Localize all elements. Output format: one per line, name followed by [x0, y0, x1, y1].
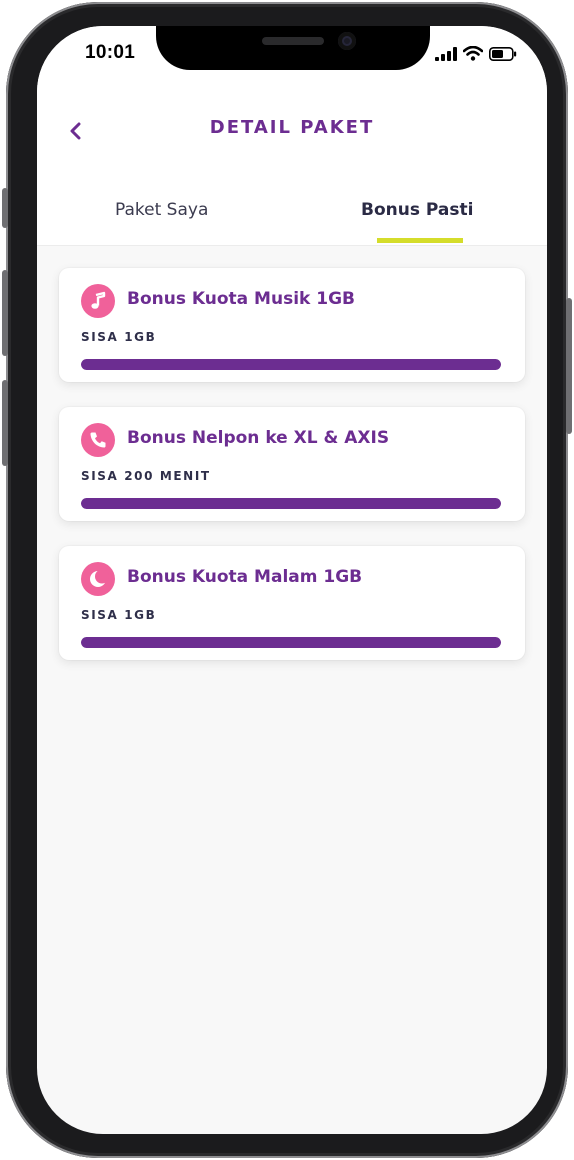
bonus-card[interactable]: Bonus Nelpon ke XL & AXIS SISA 200 MENIT — [59, 407, 525, 521]
silent-switch — [2, 188, 8, 228]
speaker-grille — [262, 37, 324, 45]
phone-frame: 10:01 DETAIL PAKET Paket Saya Bonus Past… — [2, 2, 572, 1158]
active-tab-indicator — [377, 238, 463, 243]
app-screen: 10:01 DETAIL PAKET Paket Saya Bonus Past… — [37, 26, 547, 1134]
phone-icon — [90, 432, 106, 448]
app-header: DETAIL PAKET — [37, 114, 547, 150]
bonus-icon-badge — [81, 423, 115, 457]
bonus-remaining: SISA 200 MENIT — [81, 469, 211, 483]
volume-down-button — [2, 380, 8, 466]
status-icons — [435, 46, 517, 61]
music-note-icon — [91, 291, 106, 309]
bonus-title: Bonus Kuota Malam 1GB — [127, 567, 363, 587]
notch — [156, 26, 430, 70]
bonus-title: Bonus Kuota Musik 1GB — [127, 289, 355, 309]
moon-icon — [90, 569, 109, 587]
tab-bonus-pasti[interactable]: Bonus Pasti — [361, 200, 473, 220]
cellular-signal-icon — [435, 46, 457, 61]
bonus-remaining: SISA 1GB — [81, 608, 157, 622]
bonus-progress-bar — [81, 498, 501, 509]
bonus-progress-bar — [81, 359, 501, 370]
bonus-title: Bonus Nelpon ke XL & AXIS — [127, 428, 390, 448]
bonus-card[interactable]: Bonus Kuota Musik 1GB SISA 1GB — [59, 268, 525, 382]
bonus-card[interactable]: Bonus Kuota Malam 1GB SISA 1GB — [59, 546, 525, 660]
bonus-remaining: SISA 1GB — [81, 330, 157, 344]
tab-paket-saya[interactable]: Paket Saya — [115, 200, 208, 220]
volume-up-button — [2, 270, 8, 356]
bonus-icon-badge — [81, 284, 115, 318]
status-time: 10:01 — [85, 42, 136, 63]
tab-bar: Paket Saya Bonus Pasti — [37, 196, 547, 246]
wifi-icon — [463, 46, 483, 61]
power-button — [566, 298, 572, 434]
battery-icon — [489, 46, 517, 61]
page-title: DETAIL PAKET — [209, 117, 375, 138]
bonus-progress-fill — [81, 359, 501, 370]
bonus-progress-fill — [81, 637, 501, 648]
front-camera — [338, 32, 356, 50]
bonus-icon-badge — [81, 562, 115, 596]
bonus-progress-bar — [81, 637, 501, 648]
bonus-progress-fill — [81, 498, 501, 509]
